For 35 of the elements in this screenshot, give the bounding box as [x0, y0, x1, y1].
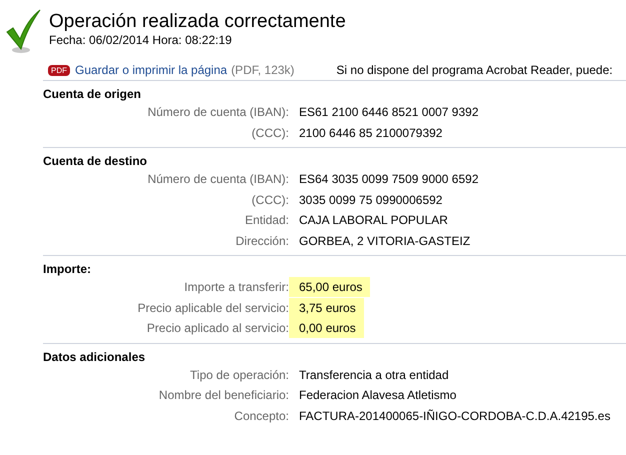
- section-title: Importe:: [43, 261, 92, 277]
- field-value: ES61 2100 6446 8521 0007 9392: [298, 104, 480, 122]
- section-title: Cuenta de destino: [43, 153, 148, 169]
- field-label: Tipo de operación:: [189, 368, 290, 382]
- field-label: (CCC):: [250, 126, 290, 140]
- field-label: Concepto:: [233, 408, 290, 423]
- save-print-link[interactable]: Guardar o imprimir la página: [75, 63, 228, 77]
- field-value: 3035 0099 75 0990006592: [298, 192, 444, 209]
- pdf-info: (PDF, 123k): [231, 63, 294, 77]
- section-title: Datos adicionales: [43, 348, 146, 364]
- checkmark-icon: [5, 8, 41, 54]
- field-label: Importe a transferir:: [183, 280, 290, 294]
- field-value: 65,00 euros: [289, 277, 370, 298]
- field-label: Dirección:: [234, 234, 290, 248]
- field-label: Precio aplicable del servicio:: [136, 300, 290, 315]
- field-value: ES64 3035 0099 7509 9000 6592: [298, 171, 480, 188]
- field-value: 2100 6446 85 2100079392: [298, 124, 444, 142]
- field-value: GORBEA, 2 VITORIA-GASTEIZ: [298, 232, 472, 250]
- field-value: 3,75 euros: [289, 298, 364, 318]
- field-value: FACTURA-201400065-IÑIGO-CORDOBA-C.D.A.42195.es: [298, 408, 612, 425]
- field-value: Federacion Alavesa Atletismo: [298, 387, 458, 404]
- field-value: CAJA LABORAL POPULAR: [298, 212, 449, 230]
- field-label: (CCC):: [250, 192, 290, 207]
- page-title: Operación realizada correctamente: [49, 11, 346, 33]
- field-label: Precio aplicado al servicio:: [146, 321, 290, 336]
- field-label: Número de cuenta (IBAN):: [146, 105, 290, 120]
- field-value: Transferencia a otra entidad: [298, 366, 450, 384]
- section-title: Cuenta de origen: [43, 86, 142, 102]
- acrobat-note: Si no dispone del programa Acrobat Reader, puede:: [336, 63, 613, 77]
- date-time: Fecha: 06/02/2014 Hora: 08:22:19: [49, 33, 233, 48]
- field-label: Nombre del beneficiario:: [158, 388, 290, 402]
- pdf-badge: PDF: [48, 64, 70, 76]
- field-label: Número de cuenta (IBAN):: [146, 172, 290, 186]
- field-value: 0,00 euros: [289, 318, 364, 338]
- field-label: Entidad:: [244, 213, 290, 228]
